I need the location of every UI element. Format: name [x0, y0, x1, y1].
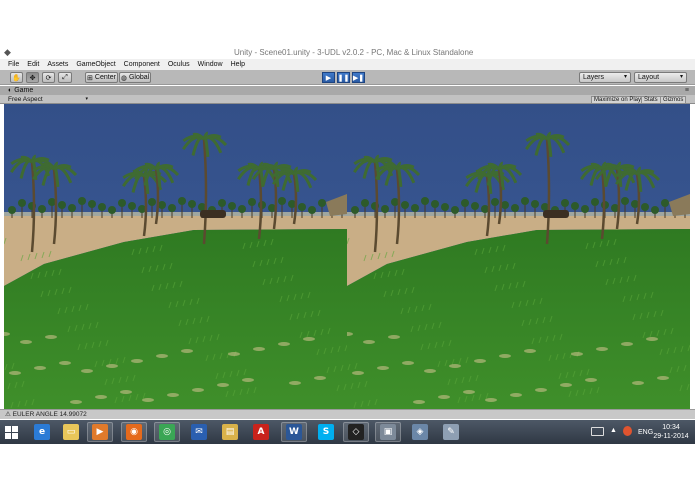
stats-button[interactable]: Stats: [641, 96, 661, 104]
unity-icon: ◇: [348, 424, 364, 440]
step-icon: ▶❚: [352, 74, 365, 82]
scale-tool-button[interactable]: ⤢: [58, 72, 72, 83]
pivot-icon: ⊞: [87, 74, 93, 82]
taskbar-app-files[interactable]: ▤: [217, 422, 243, 442]
taskbar-app-folder[interactable]: ▭: [58, 422, 84, 442]
scale-icon: ⤢: [62, 73, 68, 81]
menu-window[interactable]: Window: [198, 61, 223, 68]
layers-dropdown[interactable]: Layers ▾: [579, 72, 631, 83]
gizmos-button[interactable]: Gizmos: [660, 96, 687, 104]
menu-assets[interactable]: Assets: [47, 61, 68, 68]
taskbar-app-tool[interactable]: ✎: [438, 422, 464, 442]
pivot-global-button[interactable]: ◍ Global: [119, 72, 151, 83]
skype-icon: S: [318, 424, 334, 440]
taskbar-app-mail[interactable]: ✉: [186, 422, 212, 442]
action-center-icon[interactable]: [623, 426, 632, 436]
menu-help[interactable]: Help: [231, 61, 245, 68]
space-label: Global: [128, 74, 150, 81]
pause-icon: ❚❚: [337, 74, 350, 82]
console-status-bar[interactable]: ⚠ EULER ANGLE 14.99072: [0, 409, 695, 419]
remote-icon: ▣: [380, 424, 396, 440]
word-icon: W: [286, 424, 302, 440]
move-tool-button[interactable]: ✥: [26, 72, 39, 83]
show-hidden-icons-icon[interactable]: ▲: [610, 427, 617, 434]
play-icon: ▶: [325, 74, 332, 82]
menu-oculus[interactable]: Oculus: [168, 61, 190, 68]
taskbar-app-firefox[interactable]: ◉: [121, 422, 147, 442]
pivot-center-button[interactable]: ⊞ Center: [85, 72, 118, 83]
taskbar-app-pdf[interactable]: A: [248, 422, 274, 442]
menu-file[interactable]: File: [8, 61, 19, 68]
status-message: EULER ANGLE 14.99072: [12, 411, 87, 418]
pdf-icon: A: [253, 424, 269, 440]
hand-tool-button[interactable]: ✋: [10, 72, 23, 83]
aspect-dropdown[interactable]: Free Aspect ▾: [8, 95, 88, 104]
left-eye-view: [4, 104, 347, 409]
taskbar-app-chrome[interactable]: ◎: [154, 422, 180, 442]
clock-date: 29-11-2014: [653, 433, 689, 440]
taskbar-clock[interactable]: 10:34 29-11-2014: [653, 423, 689, 441]
island-scene-image: [4, 104, 347, 409]
rotate-tool-button[interactable]: ⟳: [42, 72, 55, 83]
game-tab-label: Game: [14, 87, 34, 94]
right-eye-view: [347, 104, 690, 409]
island-scene-image: [347, 104, 690, 409]
pause-button[interactable]: ❚❚: [337, 72, 350, 83]
taskbar-app-remote[interactable]: ▣: [375, 422, 401, 442]
taskbar-app-media[interactable]: ▶: [87, 422, 113, 442]
taskbar-app-skype[interactable]: S: [313, 422, 339, 442]
tab-game[interactable]: ◐ Game: [4, 86, 37, 95]
files-icon: ▤: [222, 424, 238, 440]
main-toolbar: ✋ ✥ ⟳ ⤢ ⊞ Center ◍ Global ▶ ❚❚ ▶❚ Layers: [0, 70, 695, 85]
menu-component[interactable]: Component: [124, 61, 160, 68]
taskbar-app-word[interactable]: W: [281, 422, 307, 442]
maximize-on-play-button[interactable]: Maximize on Play: [591, 96, 645, 104]
menu-bar: File Edit Assets GameObject Component Oc…: [0, 59, 695, 70]
move-icon: ✥: [29, 74, 36, 82]
network-icon: ◈: [412, 424, 428, 440]
warning-icon: ⚠: [5, 411, 11, 418]
menu-edit[interactable]: Edit: [27, 61, 39, 68]
panel-menu-icon[interactable]: ≡: [685, 86, 689, 95]
step-button[interactable]: ▶❚: [352, 72, 365, 83]
tool-icon: ✎: [443, 424, 459, 440]
game-panel-tabbar: ◐ Game ≡: [0, 86, 695, 95]
firefox-icon: ◉: [126, 424, 142, 440]
layout-dropdown[interactable]: Layout ▾: [634, 72, 687, 83]
folder-icon: ▭: [63, 424, 79, 440]
aspect-label: Free Aspect: [8, 96, 43, 103]
game-view[interactable]: [4, 104, 690, 409]
chevron-down-icon: ▾: [623, 74, 627, 80]
hand-icon: ✋: [12, 74, 21, 82]
layers-label: Layers: [583, 74, 605, 81]
rotate-icon: ⟳: [45, 74, 52, 82]
taskbar-app-unity[interactable]: ◇: [343, 422, 369, 442]
media-icon: ▶: [92, 424, 108, 440]
window-title: Unity - Scene01.unity - 3-UDL v2.0.2 - P…: [234, 48, 474, 57]
keyboard-icon[interactable]: [591, 427, 604, 436]
taskbar-app-network[interactable]: ◈: [407, 422, 433, 442]
ie-icon: e: [34, 424, 50, 440]
chevron-down-icon: ▾: [679, 74, 683, 80]
play-button[interactable]: ▶: [322, 72, 335, 83]
globe-icon: ◍: [120, 74, 127, 82]
taskbar-app-ie[interactable]: e: [29, 422, 55, 442]
language-indicator[interactable]: ENG: [638, 429, 653, 436]
window-titlebar: ◆ Unity - Scene01.unity - 3-UDL v2.0.2 -…: [0, 47, 695, 59]
unity-app-icon[interactable]: ◆: [4, 48, 13, 57]
screen: ◆ Unity - Scene01.unity - 3-UDL v2.0.2 -…: [0, 0, 695, 494]
windows-taskbar: e ▭ ▶ ◉ ◎ ✉ ▤ A W S ◇ ▣ ◈ ✎ ▲ ENG 10:34 29-11-2014: [0, 420, 695, 444]
chrome-icon: ◎: [159, 424, 175, 440]
clock-time: 10:34: [662, 424, 680, 431]
chevron-down-icon: ▾: [85, 96, 88, 102]
mail-icon: ✉: [191, 424, 207, 440]
pivot-label: Center: [94, 74, 116, 81]
menu-gameobject[interactable]: GameObject: [76, 61, 115, 68]
game-tab-icon: ◐: [8, 87, 13, 94]
game-options-bar: Free Aspect ▾ Maximize on Play Stats Giz…: [0, 95, 695, 104]
windows-start-icon[interactable]: [5, 426, 18, 439]
layout-label: Layout: [638, 74, 660, 81]
